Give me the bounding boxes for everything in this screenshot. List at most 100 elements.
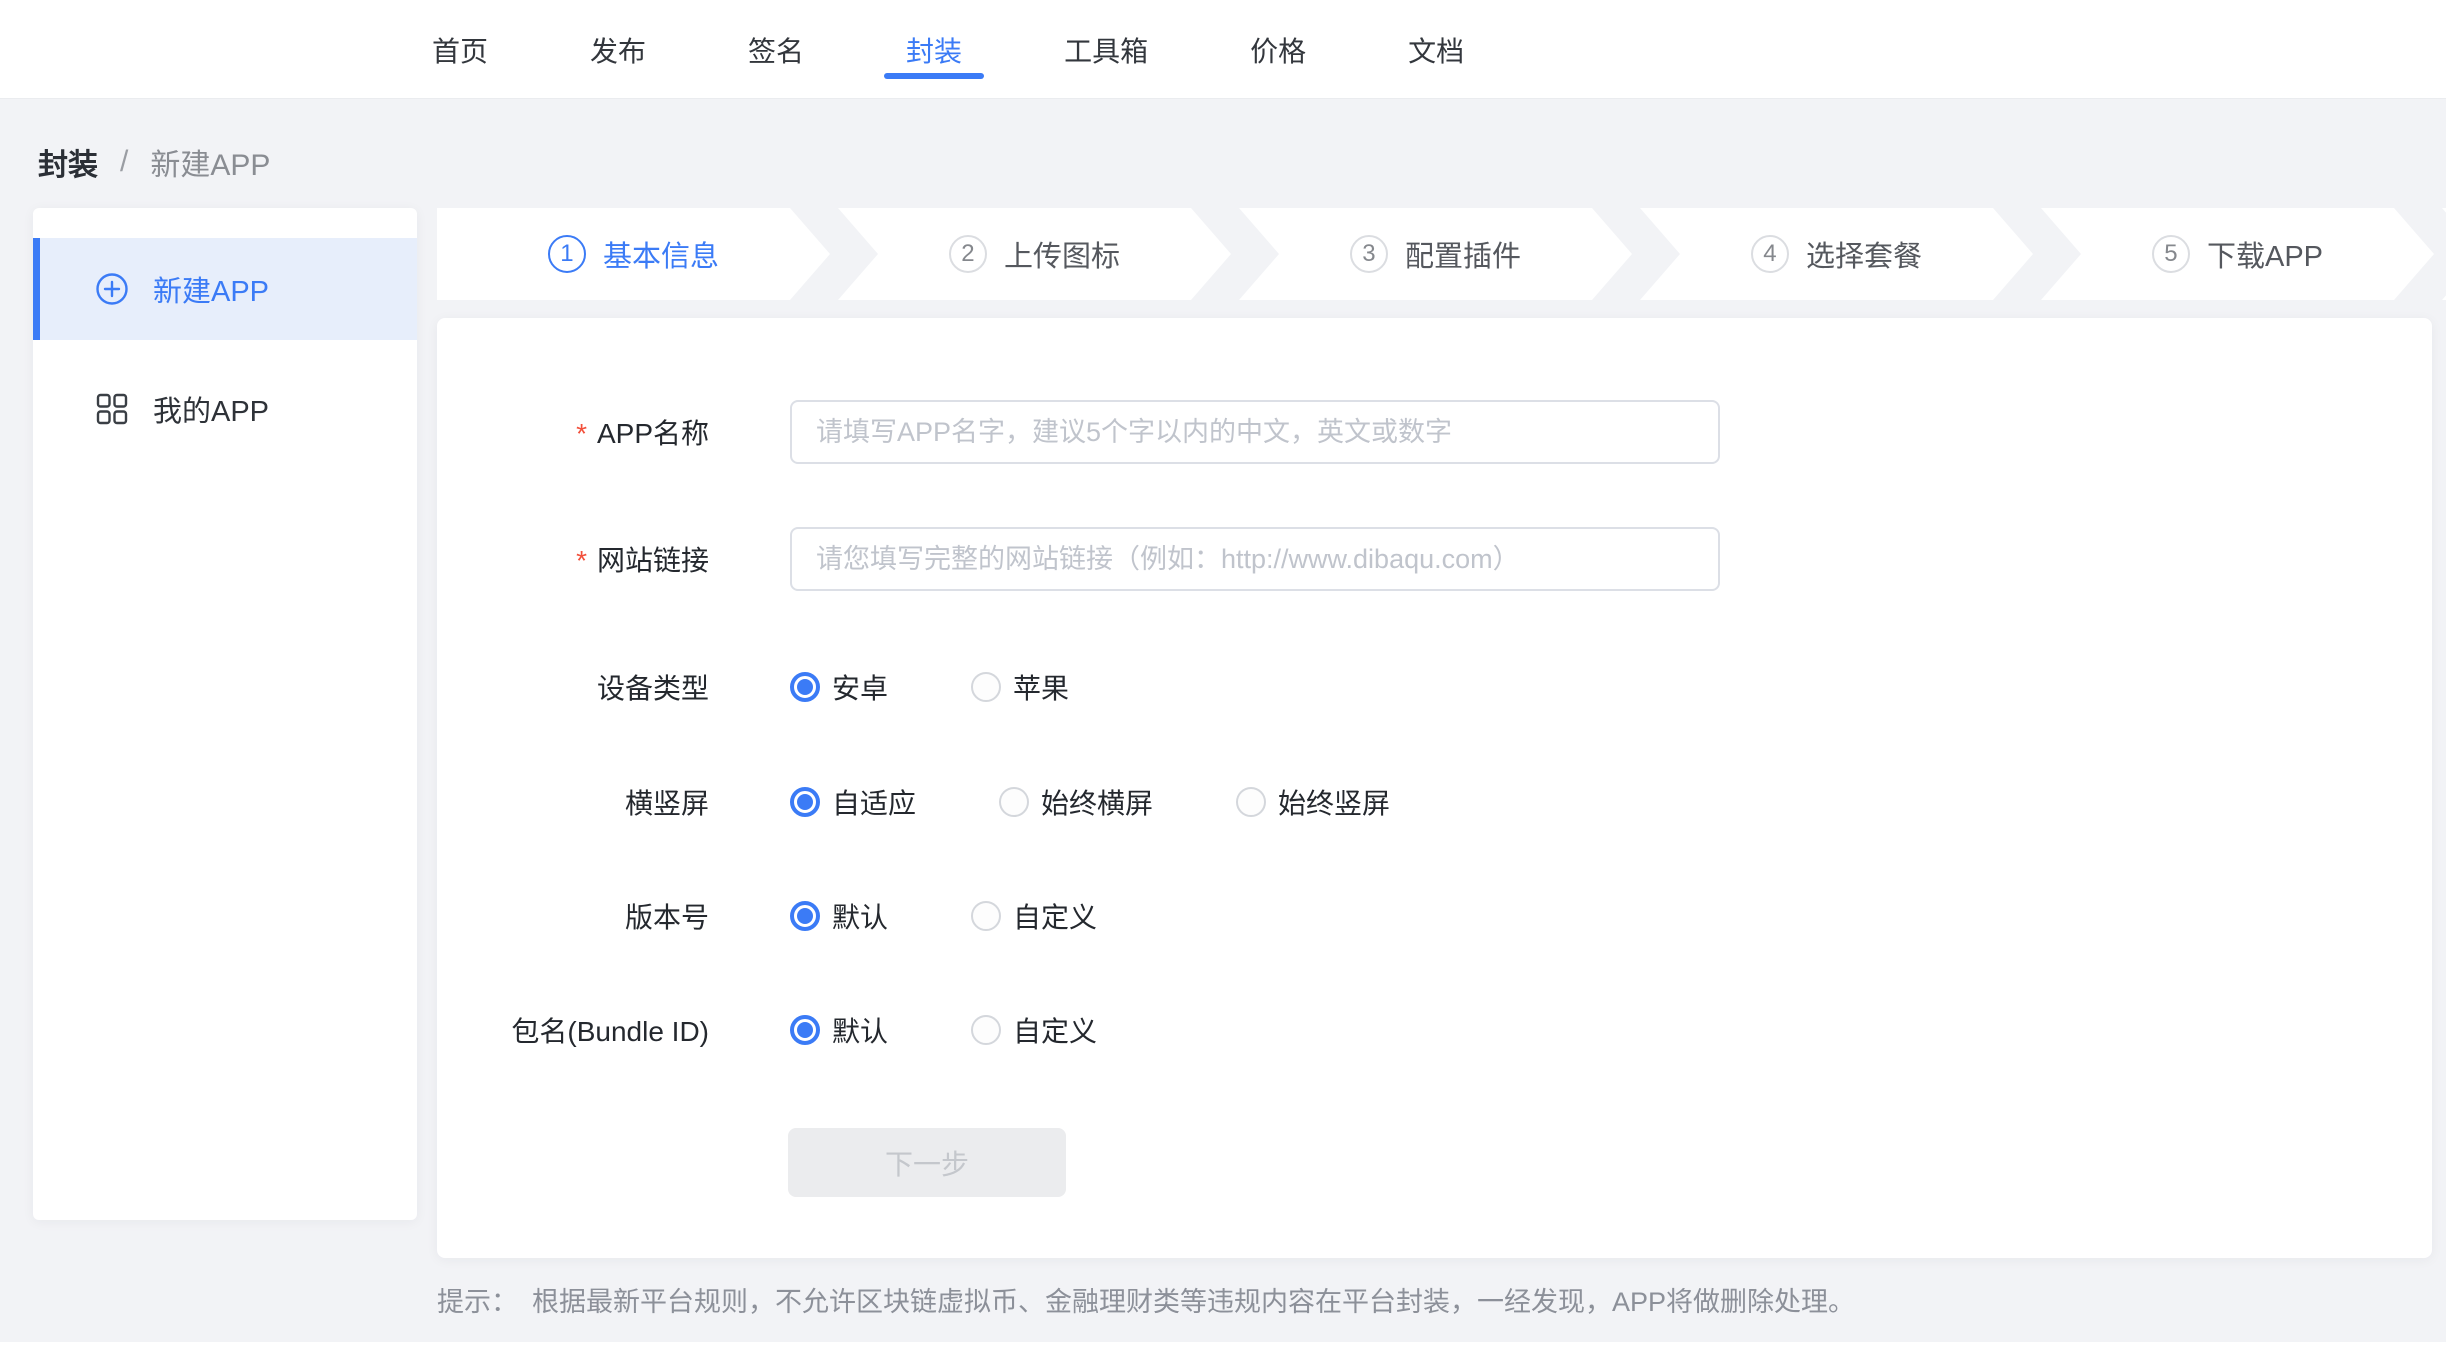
app-name-input[interactable]	[790, 400, 1720, 464]
nav-label: 价格	[1250, 30, 1306, 70]
radio-label: 始终横屏	[1041, 782, 1153, 822]
radio-bundle-custom[interactable]: 自定义	[971, 1010, 1097, 1050]
grid-icon	[95, 392, 129, 426]
nav-item-home[interactable]: 首页	[432, 0, 488, 99]
step-configure-plugins: 3 配置插件	[1239, 208, 1632, 300]
field-label-text: 设备类型	[597, 673, 709, 704]
radio-label: 默认	[832, 896, 888, 936]
radio-label: 安卓	[832, 667, 888, 707]
step-label: 选择套餐	[1806, 233, 1922, 275]
radio-label: 始终竖屏	[1278, 782, 1390, 822]
radio-ios[interactable]: 苹果	[971, 667, 1069, 707]
sidebar-item-label: 我的APP	[153, 388, 269, 430]
radio-version-default[interactable]: 默认	[790, 896, 888, 936]
tip-text: 根据最新平台规则，不允许区块链虚拟币、金融理财类等违规内容在平台封装，一经发现，…	[532, 1280, 1855, 1319]
field-label-text: 版本号	[625, 902, 709, 933]
radio-icon	[971, 672, 1001, 702]
breadcrumb-separator: /	[120, 145, 128, 179]
nav-item-package[interactable]: 封装	[906, 0, 962, 99]
step-choose-plan: 4 选择套餐	[1640, 208, 2033, 300]
radio-icon	[999, 787, 1029, 817]
nav-label: 封装	[906, 30, 962, 70]
step-number: 2	[949, 235, 987, 273]
form-row-orientation: 横竖屏 自适应 始终横屏 始终竖屏	[437, 770, 2432, 834]
sidebar-item-new-app[interactable]: 新建APP	[33, 238, 417, 340]
form-row-device-type: 设备类型 安卓 苹果	[437, 655, 2432, 719]
radio-icon	[790, 672, 820, 702]
step-number: 3	[1350, 235, 1388, 273]
nav-label: 签名	[748, 30, 804, 70]
nav-label: 首页	[432, 30, 488, 70]
field-label: 包名(Bundle ID)	[437, 1010, 709, 1050]
sidebar: 新建APP 我的APP	[33, 208, 417, 1220]
form-row-site-url: * 网站链接	[437, 527, 2432, 591]
radio-label: 苹果	[1013, 667, 1069, 707]
step-upload-icon: 2 上传图标	[838, 208, 1231, 300]
nav-label: 文档	[1408, 30, 1464, 70]
footer-strip	[0, 1342, 2446, 1350]
radio-version-custom[interactable]: 自定义	[971, 896, 1097, 936]
wizard-stepper: 1 基本信息 2 上传图标 3 配置插件 4 选择套餐 5 下载APP	[437, 208, 2446, 300]
main-nav: 首页 发布 签名 封装 工具箱 价格 文档	[432, 0, 1464, 99]
radio-always-portrait[interactable]: 始终竖屏	[1236, 782, 1390, 822]
sidebar-item-label: 新建APP	[153, 268, 269, 310]
top-header: 首页 发布 签名 封装 工具箱 价格 文档	[0, 0, 2446, 99]
radio-label: 自定义	[1013, 1010, 1097, 1050]
nav-item-toolbox[interactable]: 工具箱	[1064, 0, 1148, 99]
form-row-bundle-id: 包名(Bundle ID) 默认 自定义	[437, 998, 2432, 1062]
radio-always-landscape[interactable]: 始终横屏	[999, 782, 1153, 822]
radio-label: 自适应	[832, 782, 916, 822]
field-label-text: 横竖屏	[625, 788, 709, 819]
nav-item-docs[interactable]: 文档	[1408, 0, 1464, 99]
field-label: * 网站链接	[437, 539, 709, 579]
tip-prefix: 提示：	[437, 1280, 518, 1319]
step-number: 1	[548, 235, 586, 273]
step-label: 配置插件	[1405, 233, 1521, 275]
radio-icon	[790, 787, 820, 817]
orientation-radio-group: 自适应 始终横屏 始终竖屏	[790, 782, 1473, 822]
field-label-text: 包名(Bundle ID)	[511, 1016, 709, 1047]
nav-item-price[interactable]: 价格	[1250, 0, 1306, 99]
step-overflow-sliver	[2442, 208, 2446, 300]
step-label: 基本信息	[603, 233, 719, 275]
active-tab-underline	[884, 73, 984, 79]
version-radio-group: 默认 自定义	[790, 896, 1180, 936]
step-download-app: 5 下载APP	[2041, 208, 2434, 300]
radio-icon	[971, 1015, 1001, 1045]
radio-icon	[790, 901, 820, 931]
nav-label: 工具箱	[1064, 30, 1148, 70]
nav-label: 发布	[590, 30, 646, 70]
site-url-input[interactable]	[790, 527, 1720, 591]
sidebar-item-my-apps[interactable]: 我的APP	[33, 358, 417, 460]
step-number: 5	[2152, 235, 2190, 273]
radio-icon	[1236, 787, 1266, 817]
field-label: * APP名称	[437, 412, 709, 452]
nav-item-sign[interactable]: 签名	[748, 0, 804, 99]
radio-icon	[790, 1015, 820, 1045]
radio-label: 默认	[832, 1010, 888, 1050]
step-basic-info: 1 基本信息	[437, 208, 830, 300]
step-label: 上传图标	[1004, 233, 1120, 275]
radio-android[interactable]: 安卓	[790, 667, 888, 707]
breadcrumb-root[interactable]: 封装	[38, 140, 98, 184]
required-asterisk: *	[576, 545, 587, 576]
step-label: 下载APP	[2207, 233, 2323, 275]
field-label-text: APP名称	[597, 418, 709, 449]
radio-bundle-default[interactable]: 默认	[790, 1010, 888, 1050]
field-label: 版本号	[437, 896, 709, 936]
required-asterisk: *	[576, 418, 587, 449]
nav-item-publish[interactable]: 发布	[590, 0, 646, 99]
form-row-version: 版本号 默认 自定义	[437, 884, 2432, 948]
device-type-radio-group: 安卓 苹果	[790, 667, 1152, 707]
next-step-button[interactable]: 下一步	[788, 1128, 1066, 1197]
plus-circle-icon	[95, 272, 129, 306]
breadcrumb: 封装 / 新建APP	[38, 140, 270, 184]
bundle-id-radio-group: 默认 自定义	[790, 1010, 1180, 1050]
breadcrumb-current: 新建APP	[150, 140, 270, 184]
radio-auto-orientation[interactable]: 自适应	[790, 782, 916, 822]
radio-icon	[971, 901, 1001, 931]
form-card: *APP名称 *网站链接 设备类型 安卓 苹果 横	[437, 318, 2432, 1258]
field-label: 横竖屏	[437, 782, 709, 822]
field-label: 设备类型	[437, 667, 709, 707]
field-label-text: 网站链接	[597, 545, 709, 576]
